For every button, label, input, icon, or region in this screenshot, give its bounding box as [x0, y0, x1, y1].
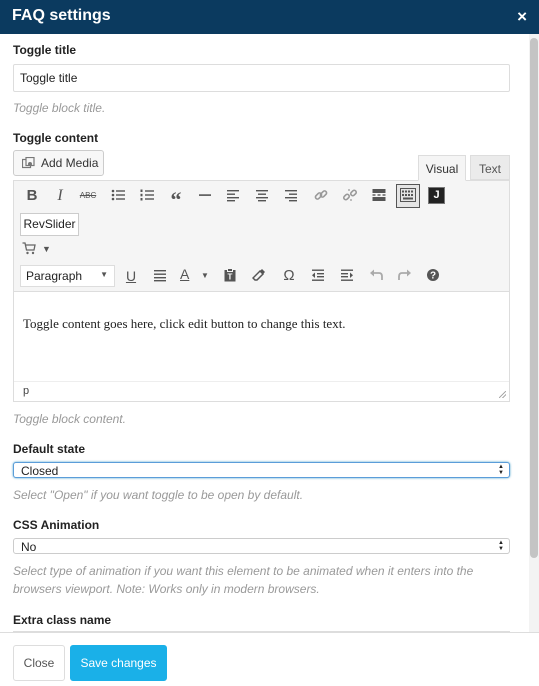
- toolbar-toggle-icon[interactable]: [396, 184, 420, 208]
- shop-dropdown-button[interactable]: ▼: [22, 239, 58, 259]
- extra-class-label: Extra class name: [13, 613, 112, 627]
- toggle-title-hint: Toggle block title.: [13, 101, 106, 115]
- tab-text[interactable]: Text: [470, 155, 510, 180]
- editor-statusbar: p: [14, 381, 509, 401]
- outdent-icon[interactable]: [307, 265, 329, 287]
- modal-title: FAQ settings: [12, 7, 111, 24]
- scrollbar-thumb[interactable]: [530, 38, 538, 558]
- close-button[interactable]: Close: [13, 645, 65, 681]
- save-changes-button[interactable]: Save changes: [70, 645, 167, 681]
- clear-format-icon[interactable]: [248, 265, 270, 287]
- text-color-icon[interactable]: A ▼: [177, 265, 211, 287]
- shortcode-j-icon[interactable]: J: [428, 187, 445, 204]
- toggle-content-hint: Toggle block content.: [13, 412, 126, 426]
- css-animation-hint: Select type of animation if you want thi…: [13, 564, 474, 596]
- blockquote-icon[interactable]: “: [165, 185, 187, 212]
- tab-visual[interactable]: Visual: [418, 155, 466, 181]
- indent-icon[interactable]: [336, 265, 358, 287]
- italic-icon[interactable]: I: [49, 185, 71, 207]
- default-state-value: Closed: [21, 464, 59, 478]
- default-state-label: Default state: [13, 442, 86, 456]
- align-center-icon[interactable]: [251, 185, 273, 207]
- chevron-down-icon: ▼: [42, 244, 51, 254]
- svg-text:?: ?: [430, 271, 436, 282]
- cart-icon: [22, 242, 36, 255]
- modal-body: Toggle title Toggle block title. Toggle …: [0, 34, 539, 632]
- content-editor: B I ABC “ J RevSlider ▼ Paragraph ▼ U A …: [13, 180, 510, 402]
- underline-icon[interactable]: U: [120, 265, 142, 287]
- updown-arrows-icon: ▲ ▼: [498, 540, 504, 552]
- unlink-icon[interactable]: [339, 185, 361, 207]
- css-animation-label: CSS Animation: [13, 518, 100, 532]
- format-select-value: Paragraph: [26, 269, 83, 283]
- editor-content-area[interactable]: Toggle content goes here, click edit but…: [14, 292, 509, 381]
- help-icon[interactable]: ?: [422, 265, 444, 287]
- revslider-button[interactable]: RevSlider: [20, 213, 79, 236]
- editor-toolbar: B I ABC “ J RevSlider ▼ Paragraph ▼ U A …: [14, 181, 509, 292]
- redo-icon[interactable]: [394, 265, 416, 287]
- link-icon[interactable]: [310, 185, 332, 207]
- paste-text-icon[interactable]: T: [219, 265, 241, 287]
- special-character-icon[interactable]: Ω: [278, 265, 300, 287]
- default-state-select[interactable]: Closed ▲ ▼: [13, 462, 510, 478]
- svg-text:T: T: [228, 273, 233, 282]
- add-media-button[interactable]: Add Media: [13, 150, 104, 176]
- bold-icon[interactable]: B: [21, 185, 43, 207]
- format-select[interactable]: Paragraph ▼: [20, 265, 115, 287]
- bullet-list-icon[interactable]: [107, 185, 129, 207]
- toggle-content-label: Toggle content: [13, 131, 99, 145]
- css-animation-value: No: [21, 540, 37, 554]
- modal-header: FAQ settings ×: [0, 0, 539, 34]
- media-icon: [22, 157, 35, 169]
- chevron-down-icon: ▼: [100, 270, 108, 279]
- horizontal-line-icon[interactable]: [194, 185, 216, 207]
- align-left-icon[interactable]: [222, 185, 244, 207]
- css-animation-select[interactable]: No ▲ ▼: [13, 538, 510, 554]
- strikethrough-icon[interactable]: ABC: [77, 185, 99, 207]
- justify-icon[interactable]: [149, 265, 171, 287]
- editor-content-text: Toggle content goes here, click edit but…: [23, 316, 346, 331]
- align-right-icon[interactable]: [280, 185, 302, 207]
- resize-handle-icon[interactable]: [499, 391, 506, 398]
- close-icon[interactable]: ×: [517, 8, 527, 25]
- updown-arrows-icon: ▲ ▼: [498, 464, 504, 476]
- add-media-label: Add Media: [41, 156, 99, 170]
- toggle-title-input[interactable]: [13, 64, 510, 92]
- undo-icon[interactable]: [365, 265, 387, 287]
- modal-footer: Close Save changes: [0, 632, 539, 686]
- scrollbar[interactable]: [529, 34, 539, 632]
- element-path[interactable]: p: [23, 385, 29, 397]
- toggle-title-label: Toggle title: [13, 43, 77, 57]
- read-more-icon[interactable]: [368, 185, 390, 207]
- default-state-hint: Select "Open" if you want toggle to be o…: [13, 488, 304, 502]
- numbered-list-icon[interactable]: [136, 185, 158, 207]
